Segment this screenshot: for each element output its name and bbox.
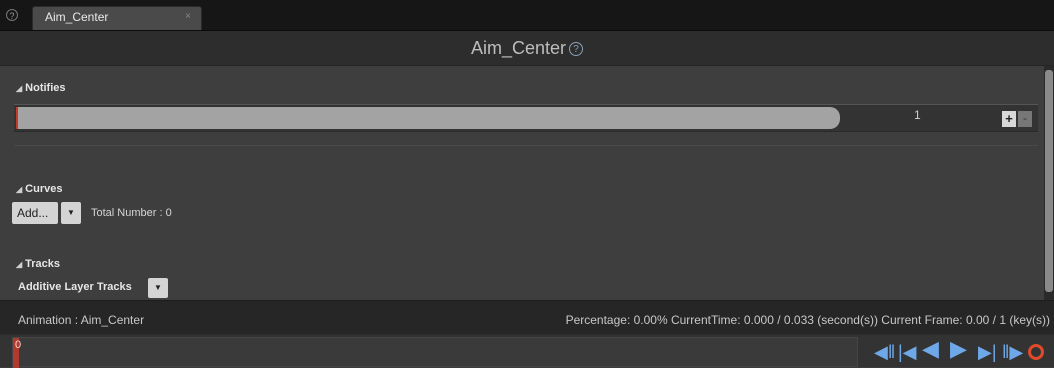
track-number: 1 [914,108,921,122]
step-forward-icon[interactable]: ▶| [978,342,997,362]
play-icon[interactable]: ▶ [950,338,967,360]
collapse-triangle-icon: ◢ [16,185,23,194]
notify-track[interactable]: 1 + - [14,104,1038,132]
chevron-down-icon[interactable]: ▼ [148,278,168,298]
section-tracks[interactable]: ◢ Tracks [16,258,60,270]
anim-panel [0,66,1044,300]
add-track-button[interactable]: + [1002,111,1016,127]
total-number: Total Number : 0 [91,207,172,219]
collapse-triangle-icon: ◢ [16,260,23,269]
jump-to-end-icon[interactable]: ‖▶ [1002,342,1023,362]
asset-title: Aim_Center? [0,38,1054,59]
scrub-frame-label: 0 [15,339,22,351]
notify-track-bar[interactable] [16,107,840,129]
close-icon[interactable]: × [185,11,191,22]
step-back-icon[interactable]: |◀ [898,342,917,362]
tab-bar: ? Aim_Center × [0,0,1054,31]
add-curve-button[interactable]: Add... [12,202,58,224]
help-icon[interactable]: ? [6,9,18,21]
vertical-scrollbar[interactable] [1044,66,1054,300]
chevron-down-icon[interactable]: ▼ [61,202,81,224]
scrollbar-thumb[interactable] [1045,70,1053,292]
transport-controls: ◀‖ |◀ ◀ ▶ ▶| ‖▶ [872,338,1054,364]
asset-title-text: Aim_Center [470,38,567,58]
loop-icon[interactable] [1028,344,1044,360]
scrub-track[interactable]: 0 [12,337,858,368]
additive-layer-tracks-label: Additive Layer Tracks [18,281,132,293]
tab-title: Aim_Center [45,10,109,24]
collapse-triangle-icon: ◢ [16,84,23,93]
play-reverse-icon[interactable]: ◀ [922,338,939,360]
asset-header: Aim_Center? [0,31,1054,66]
divider [14,145,1038,146]
section-notifies[interactable]: ◢ Notifies [16,82,66,94]
section-curves-label: Curves [25,183,63,195]
section-notifies-label: Notifies [25,82,66,94]
status-bar: Animation : Aim_Center Percentage: 0.00%… [0,300,1054,335]
help-icon[interactable]: ? [569,42,584,56]
remove-track-button[interactable]: - [1018,111,1032,127]
tab-aim-center[interactable]: Aim_Center × [32,6,202,30]
playback-info: Percentage: 0.00% CurrentTime: 0.000 / 0… [565,313,1050,327]
jump-to-start-icon[interactable]: ◀‖ [874,342,895,362]
section-curves[interactable]: ◢ Curves [16,183,62,195]
section-tracks-label: Tracks [25,258,61,270]
animation-name: Animation : Aim_Center [18,313,145,327]
